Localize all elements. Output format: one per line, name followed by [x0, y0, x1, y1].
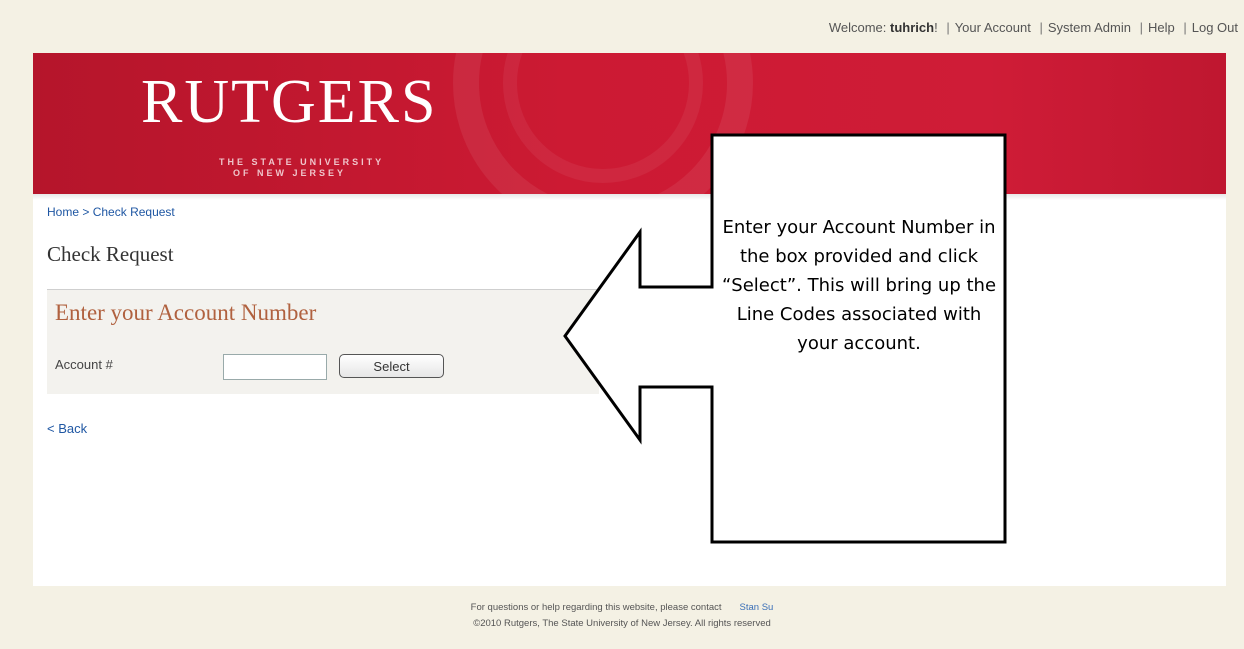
footer-help-text: For questions or help regarding this web… [470, 602, 722, 613]
callout-arrow-graphic [563, 133, 1007, 544]
footer-help-line: For questions or help regarding this web… [0, 600, 1244, 616]
callout-instruction-text: Enter your Account Number in the box pro… [721, 217, 997, 354]
footer-copyright: ©2010 Rutgers, The State University of N… [473, 618, 771, 629]
contact-link[interactable]: Stan Su [740, 602, 774, 613]
page-footer: For questions or help regarding this web… [0, 600, 1244, 632]
